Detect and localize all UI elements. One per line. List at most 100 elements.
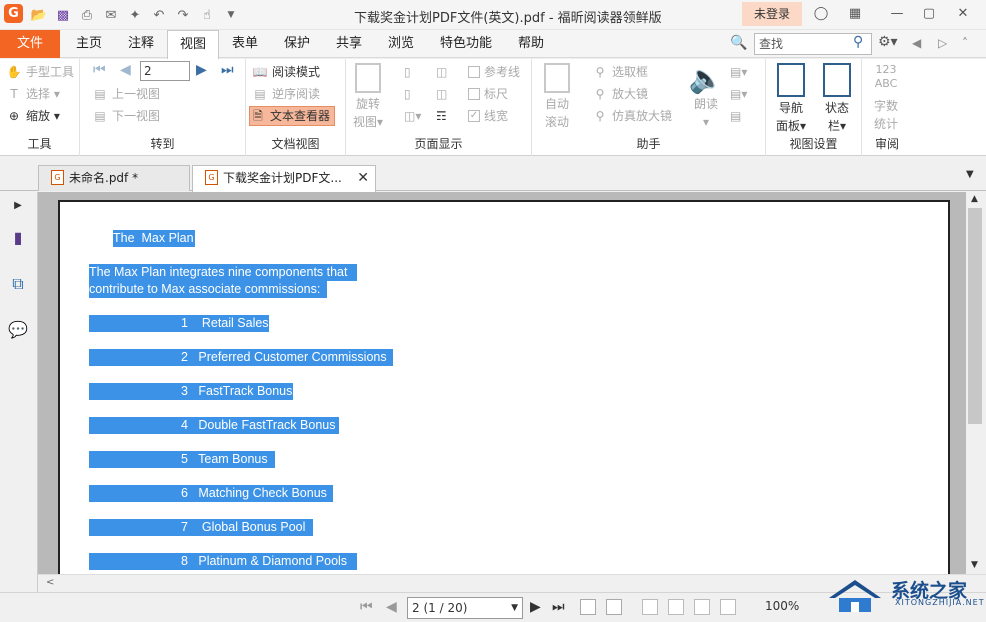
layout-page-icon[interactable] [642,599,658,615]
status-last-page-icon[interactable]: ⏭ [552,599,565,615]
tab-protect[interactable]: 保护 [276,30,318,58]
tab-file[interactable]: 文件 [0,30,60,58]
tabs-dropdown-icon[interactable]: ▼ [966,169,974,180]
layout-scroll-icon[interactable] [668,599,684,615]
status-prev-page-icon[interactable]: ◀ [386,599,397,615]
tab-comment[interactable]: 注释 [120,30,162,58]
scroll-left-icon[interactable]: < [46,577,54,588]
status-next-page-icon[interactable]: ▶ [530,599,541,615]
document-view[interactable]: The Max Plan The Max Plan integrates nin… [38,192,966,574]
loupe-button[interactable]: ⚲ 仿真放大镜 [592,106,672,126]
rotate-label: 旋转 [355,97,380,111]
minimize-button[interactable]: — [884,4,910,24]
status-bar-icon [823,63,851,97]
book-icon: 📖 [252,65,268,79]
collapse-ribbon-icon[interactable]: ˄ [962,36,968,50]
select-tool-button[interactable]: T 选择 ▾ [6,84,60,104]
single-page-icon[interactable]: ▯ [404,62,411,82]
hand-tool-button[interactable]: ✋ 手型工具 [6,62,75,82]
list-item: 4 Double FastTrack Bonus [89,417,339,434]
status-page-select[interactable]: 2 (1 / 20) ▼ [407,597,523,619]
read-aloud-button[interactable]: 🔈 朗读 ▾ [686,63,726,131]
rotate-view-button[interactable]: 旋转 视图▾ [348,63,388,131]
reverse-read-button[interactable]: ▤ 逆序阅读 [252,84,320,104]
first-page-icon[interactable]: ⏮ [93,62,106,78]
guides-checkbox[interactable]: 参考线 [468,62,520,82]
prev-nav-icon[interactable]: ◀ [912,36,921,50]
tab-home[interactable]: 主页 [68,30,110,58]
print-icon[interactable]: ⎙ [78,6,96,24]
tab-browse[interactable]: 浏览 [380,30,422,58]
tab-features[interactable]: 特色功能 [432,30,500,58]
magnifier-button[interactable]: ⚲ 放大镜 [592,84,648,104]
bookmark-icon[interactable]: ▮ [6,226,30,250]
doc-tab-untitled[interactable]: G 未命名.pdf * [38,165,190,191]
auto-scroll-button[interactable]: 自动 滚动 [537,63,577,131]
text-viewer-button[interactable]: 🗎 文本查看器 [249,106,336,126]
read-option-1-icon[interactable]: ▤▾ [730,62,747,82]
close-tab-icon[interactable]: ✕ [357,166,369,190]
facing-icon[interactable]: ◫▾ [404,106,421,126]
vertical-scroll-thumb[interactable] [968,208,982,424]
redo-icon[interactable]: ↷ [174,6,192,24]
next-nav-icon[interactable]: ▷ [938,36,947,50]
two-page-icon[interactable]: ◫ [436,62,447,82]
grid-icon[interactable]: ▦ [842,4,868,24]
new-doc-icon[interactable]: ✦ [126,6,144,24]
group-label-pagedisplay: 页面显示 [414,137,463,151]
cover-page-icon[interactable]: ◫ [436,84,447,104]
email-icon[interactable]: ✉ [102,6,120,24]
reading-mode-button[interactable]: 📖 阅读模式 [252,62,321,82]
next-page-icon[interactable]: ▶ [196,62,207,78]
prev-view-button[interactable]: ▤ 上一视图 [92,84,160,104]
scroll-down-icon[interactable]: ▼ [971,560,978,570]
pages-thumbnail-icon[interactable]: ⧉ [6,272,30,296]
layout-single-icon[interactable] [580,599,596,615]
save-icon[interactable]: ▩ [54,6,72,24]
zoom-icon: ⊕ [8,109,20,123]
line-weight-checkbox[interactable]: ✓ 线宽 [468,106,508,126]
nav-panel-button[interactable]: 导航 面板▾ [771,63,811,135]
zoom-level[interactable]: 100% [765,599,799,613]
prev-page-icon[interactable]: ◀ [120,62,131,78]
skin-icon[interactable]: ◯ [808,4,834,24]
tab-share[interactable]: 共享 [328,30,370,58]
login-button[interactable]: 未登录 [742,2,802,26]
pdf-page[interactable]: The Max Plan The Max Plan integrates nin… [58,200,950,574]
read-option-3-icon[interactable]: ▤ [730,106,741,126]
split-icon[interactable]: ☶ [436,106,447,126]
search-icon[interactable]: ⚲ [853,34,863,50]
word-count-button[interactable]: 123 ABC 字数 统计 [866,63,906,133]
open-folder-icon[interactable]: 📂 [30,6,48,24]
scroll-up-icon[interactable]: ▲ [971,194,978,204]
tab-help[interactable]: 帮助 [510,30,552,58]
layout-facing-icon[interactable] [694,599,710,615]
tab-form[interactable]: 表单 [224,30,266,58]
ruler-checkbox[interactable]: 标尺 [468,84,508,104]
layout-continuous-icon[interactable] [606,599,622,615]
search-folder-icon[interactable]: 🔍 [730,35,748,53]
doc-tab-bonus-plan[interactable]: G 下载奖金计划PDF文... ✕ [192,165,376,192]
status-bar-button[interactable]: 状态 栏▾ [817,63,857,135]
page-number-input[interactable]: 2 [140,61,190,81]
customize-quick-access-icon[interactable]: ▼ [222,6,240,24]
continuous-icon[interactable]: ▯ [404,84,411,104]
read-option-2-icon[interactable]: ▤▾ [730,84,747,104]
word-count-icon: 123 ABC [874,63,898,90]
close-button[interactable]: ✕ [950,4,976,24]
hand-tool-icon[interactable]: ☝ [198,6,216,24]
rotate-icon [355,63,381,93]
settings-gear-icon[interactable]: ⚙▾ [878,34,898,50]
status-first-page-icon[interactable]: ⏮ [360,599,373,615]
zoom-tool-button[interactable]: ⊕ 缩放 ▾ [6,106,60,126]
restore-button[interactable]: ▢ [916,4,942,24]
undo-icon[interactable]: ↶ [150,6,168,24]
marquee-button[interactable]: ⚲ 选取框 [592,62,648,82]
tab-view[interactable]: 视图 [167,30,219,59]
expand-panel-icon[interactable]: ▶ [6,194,30,218]
layout-split-icon[interactable] [720,599,736,615]
last-page-icon[interactable]: ⏭ [221,62,234,78]
next-view-button[interactable]: ▤ 下一视图 [92,106,160,126]
app-logo-icon[interactable]: G [4,4,23,23]
comments-icon[interactable]: 💬 [6,318,30,342]
